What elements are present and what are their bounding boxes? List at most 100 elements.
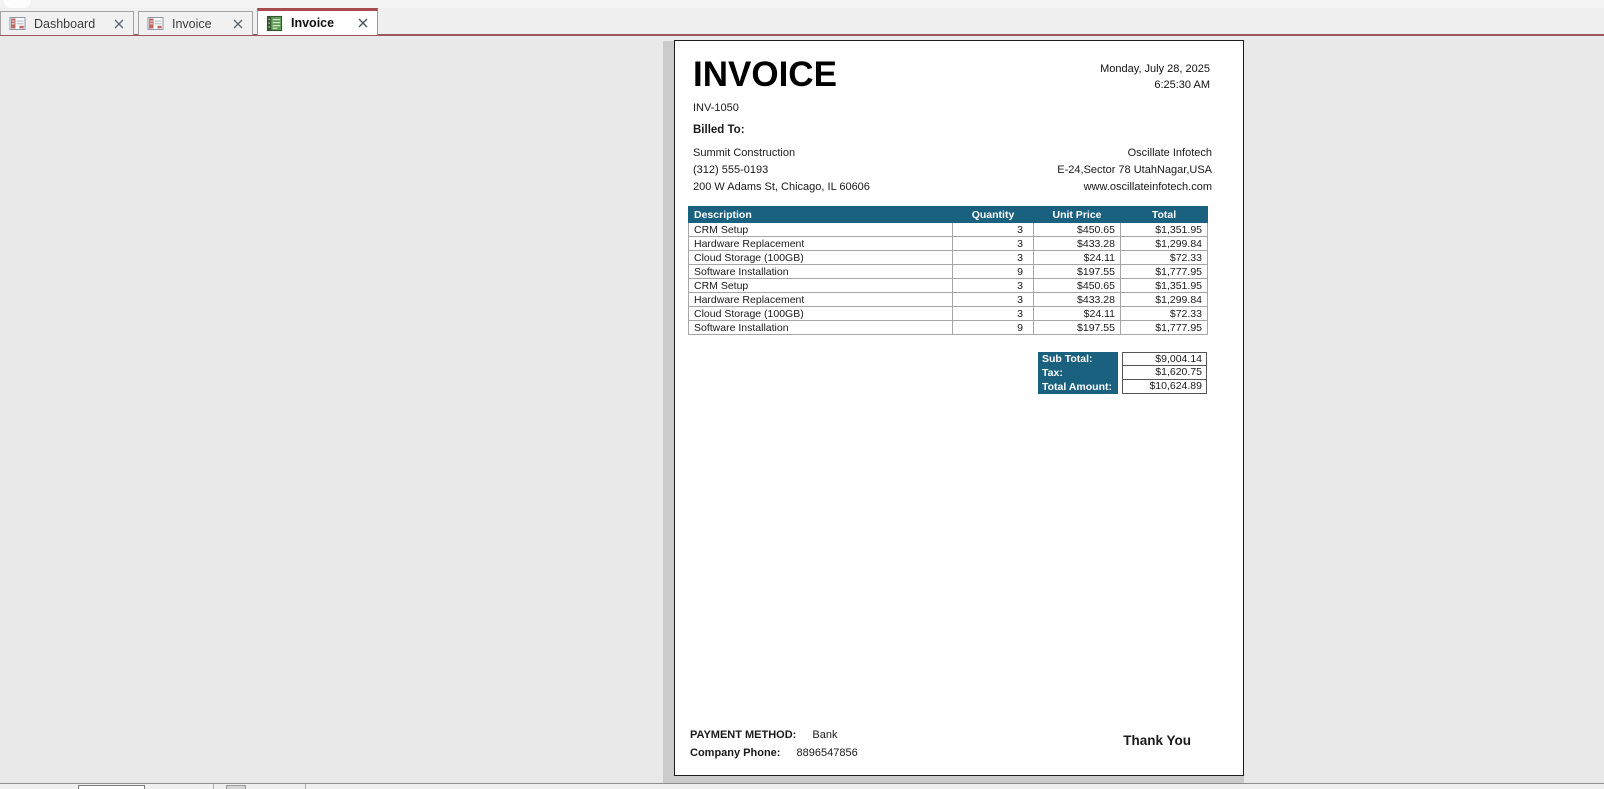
page-shadow [663,776,1244,783]
company-info: Oscillate Infotech E-24,Sector 78 UtahNa… [1057,145,1212,196]
table-cell-total: $1,351.95 [1120,278,1208,293]
tab-invoice-form[interactable]: Invoice [138,11,253,35]
summary-value: $1,620.75 [1122,366,1207,380]
invoice-report-page: INVOICE Monday, July 28, 2025 6:25:30 AM… [674,40,1244,776]
table-cell-description: Software Installation [688,320,953,335]
summary-label: Total Amount: [1038,380,1118,394]
items-table-head: Description Quantity Unit Price Total [688,206,1208,223]
items-table-wrap: Description Quantity Unit Price Total CRM S… [688,206,1208,335]
column-header: Total [1120,206,1208,223]
table-cell-total: $1,351.95 [1120,222,1208,237]
table-cell-unit_price: $433.28 [1033,292,1121,307]
payment-method-value: Bank [812,729,838,741]
table-cell-description: Cloud Storage (100GB) [688,250,953,265]
company-address: E-24,Sector 78 UtahNagar,USA [1057,164,1212,176]
table-cell-description: Hardware Replacement [688,236,953,251]
table-cell-total: $1,777.95 [1120,264,1208,279]
tab-invoice-report[interactable]: Invoice [257,8,378,35]
column-header: Quantity [952,206,1034,223]
table-cell-total: $1,777.95 [1120,320,1208,335]
navigator-separator [213,784,214,789]
ribbon-edge-strip [0,0,1604,8]
table-cell-description: CRM Setup [688,222,953,237]
summary-row: Tax: $1,620.75 [1038,366,1207,380]
company-phone-value: 8896547856 [796,746,858,759]
table-row: CRM Setup 3 $450.65 $1,351.95 [688,222,1208,237]
table-cell-description: Cloud Storage (100GB) [688,306,953,321]
table-cell-quantity: 9 [952,320,1034,335]
customer-address: 200 W Adams St, Chicago, IL 60606 [693,181,870,193]
invoice-footer: PAYMENT METHOD: Bank Company Phone: 8896… [690,727,858,762]
summary-row: Total Amount: $10,624.89 [1038,380,1207,394]
document-tab-bar: Dashboard Invoice Invoice [0,8,1604,36]
invoice-datetime: Monday, July 28, 2025 6:25:30 AM [1100,61,1210,93]
items-table-body: CRM Setup 3 $450.65 $1,351.95 Hardware Repla… [688,222,1208,335]
navigator-separator [305,784,306,789]
table-cell-quantity: 3 [952,292,1034,307]
company-phone-label: Company Phone: [690,746,781,759]
table-cell-total: $72.33 [1120,250,1208,265]
record-count-box[interactable] [78,785,145,789]
payment-method-label: PAYMENT METHOD: [690,729,797,741]
record-navigator-bar [0,783,1604,789]
invoice-date: Monday, July 28, 2025 [1100,63,1210,75]
billed-to-label: Billed To: [693,124,745,136]
table-cell-total: $1,299.84 [1120,292,1208,307]
page-shadow [663,41,674,776]
table-row: Software Installation 9 $197.55 $1,777.95 [688,264,1208,279]
table-row: Software Installation 9 $197.55 $1,777.95 [688,320,1208,335]
form-icon [9,17,26,30]
invoice-time: 6:25:30 AM [1154,79,1210,91]
tab-label: Dashboard [34,16,96,31]
summary-label: Tax: [1038,366,1118,380]
table-cell-quantity: 3 [952,250,1034,265]
tab-dashboard[interactable]: Dashboard [0,11,134,35]
company-name: Oscillate Infotech [1127,147,1212,159]
app-window: Dashboard Invoice Invoice INVOICE Monday… [0,0,1604,789]
summary-value: $10,624.89 [1122,380,1207,394]
close-icon[interactable] [232,18,244,30]
close-icon[interactable] [357,17,369,29]
table-cell-unit_price: $450.65 [1033,278,1121,293]
filter-button[interactable] [226,785,246,789]
invoice-items-table: Description Quantity Unit Price Total CRM S… [688,206,1208,335]
tab-label: Invoice [291,16,335,30]
table-cell-description: Hardware Replacement [688,292,953,307]
thank-you-text: Thank You [1123,733,1191,748]
table-cell-unit_price: $433.28 [1033,236,1121,251]
table-cell-unit_price: $24.11 [1033,250,1121,265]
table-cell-unit_price: $24.11 [1033,306,1121,321]
ribbon-tab-remnant [4,0,31,8]
column-header: Unit Price [1033,206,1121,223]
customer-info: Summit Construction (312) 555-0193 200 W… [693,145,870,196]
form-icon [147,17,164,30]
summary-box: Sub Total: $9,004.14 Tax: $1,620.75 Total Am… [1038,352,1207,394]
close-icon[interactable] [113,18,125,30]
table-cell-unit_price: $197.55 [1033,320,1121,335]
payment-method-row: PAYMENT METHOD: Bank [690,727,858,745]
table-row: CRM Setup 3 $450.65 $1,351.95 [688,278,1208,293]
table-cell-unit_price: $450.65 [1033,222,1121,237]
table-row: Hardware Replacement 3 $433.28 $1,299.84 [688,292,1208,307]
table-cell-quantity: 3 [952,222,1034,237]
summary-row: Sub Total: $9,004.14 [1038,352,1207,366]
table-cell-total: $1,299.84 [1120,236,1208,251]
summary-value: $9,004.14 [1122,352,1207,366]
table-cell-quantity: 9 [952,264,1034,279]
table-cell-quantity: 3 [952,306,1034,321]
table-cell-quantity: 3 [952,236,1034,251]
table-row: Cloud Storage (100GB) 3 $24.11 $72.33 [688,250,1208,265]
customer-phone: (312) 555-0193 [693,164,769,176]
table-cell-unit_price: $197.55 [1033,264,1121,279]
company-phone-row: Company Phone: 8896547856 [690,745,858,763]
invoice-number: INV-1050 [693,102,739,114]
customer-name: Summit Construction [693,147,796,159]
table-cell-description: Software Installation [688,264,953,279]
company-website: www.oscillateinfotech.com [1083,181,1212,193]
column-header: Description [688,206,953,223]
tab-label: Invoice [172,16,212,31]
invoice-title: INVOICE [693,55,837,94]
report-icon [266,15,283,31]
summary-label: Sub Total: [1038,352,1118,366]
table-cell-total: $72.33 [1120,306,1208,321]
